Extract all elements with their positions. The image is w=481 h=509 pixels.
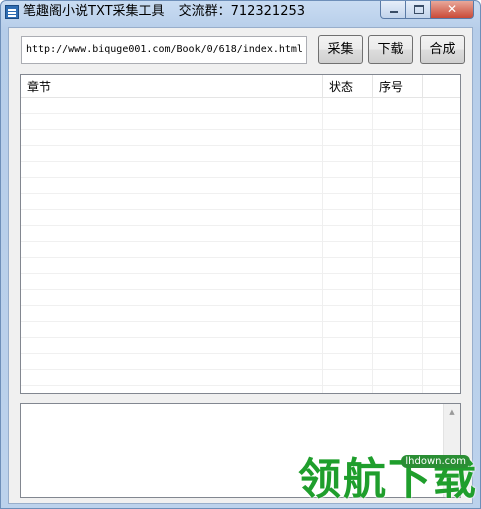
column-header-sequence[interactable]: 序号: [373, 75, 423, 97]
window-title-text: 笔趣阁小说TXT采集工具: [23, 4, 165, 19]
column-header-status[interactable]: 状态: [323, 75, 373, 97]
caption-buttons: [380, 1, 474, 19]
app-window: 笔趣阁小说TXT采集工具交流群：712321253 http://www.biq…: [0, 0, 481, 509]
column-divider: [422, 98, 423, 393]
url-input[interactable]: http://www.biquge001.com/Book/0/618/inde…: [21, 36, 307, 64]
column-divider: [322, 98, 323, 393]
app-icon: [5, 5, 19, 19]
collect-button[interactable]: 采集: [318, 35, 363, 64]
window-title: 笔趣阁小说TXT采集工具 交流群：712321253: [23, 3, 305, 21]
column-header-chapter[interactable]: 章节: [21, 75, 323, 97]
title-bar[interactable]: 笔趣阁小说TXT采集工具 交流群：712321253: [1, 1, 480, 23]
column-header-filler: [423, 75, 460, 97]
group-info: 交流群：712321253: [178, 4, 306, 19]
scroll-up-icon[interactable]: ▲: [444, 404, 460, 421]
list-header: 章节 状态 序号: [21, 75, 460, 98]
close-icon[interactable]: [431, 1, 474, 19]
list-body[interactable]: [21, 98, 460, 393]
log-scrollbar[interactable]: ▲: [443, 404, 460, 497]
download-button[interactable]: 下载: [368, 35, 413, 64]
minimize-icon[interactable]: [380, 1, 406, 19]
column-divider: [372, 98, 373, 393]
merge-button[interactable]: 合成: [420, 35, 465, 64]
log-textarea[interactable]: ▲: [20, 403, 461, 498]
chapter-list[interactable]: 章节 状态 序号: [20, 74, 461, 394]
maximize-icon[interactable]: [406, 1, 431, 19]
client-area: http://www.biquge001.com/Book/0/618/inde…: [8, 27, 473, 504]
